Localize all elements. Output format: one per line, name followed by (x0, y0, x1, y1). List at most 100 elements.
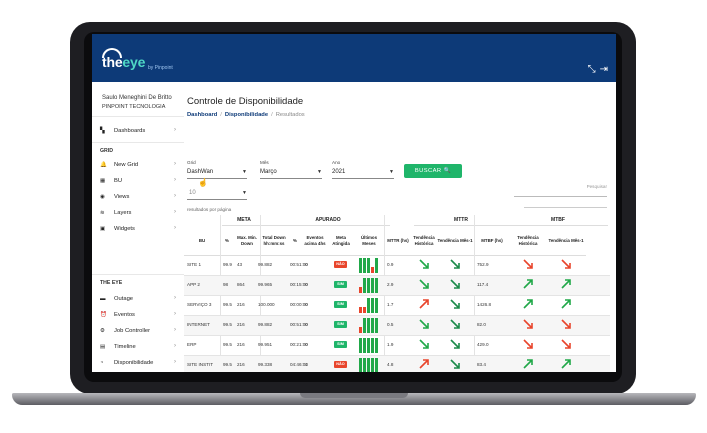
calendar-icon: ▤ (100, 344, 106, 350)
sidebar-item-label: Timeline (114, 344, 136, 350)
month-bar (371, 338, 374, 353)
sidebar-item-new-grid[interactable]: 🔔 New Grid › (92, 158, 184, 173)
column-header[interactable]: MTTR (hs) (384, 226, 412, 256)
monthly-bars (359, 298, 379, 313)
buscar-button[interactable]: BUSCAR 🔍 (404, 164, 462, 178)
month-bar (375, 318, 378, 333)
month-bar (375, 358, 378, 372)
sidebar-item-dashboards[interactable]: ▚ Dashboards › (92, 124, 184, 139)
fullscreen-icon[interactable]: ⤡ (588, 64, 596, 75)
bell-icon: 🔔 (100, 162, 107, 168)
top-bar: theeye by Pinpoint ⤡ ⇥ (92, 34, 616, 82)
table-row[interactable]: SITE 1 99.9 43 99.882 00:51:00 0 0.9 752.9 NÃO (184, 256, 610, 276)
group-header: MTBF (508, 215, 608, 226)
dashboard-icon: ▚ (100, 128, 105, 134)
user-org: PINPOINT TECNOLOGIA (102, 104, 166, 110)
table-row[interactable]: SITE INSTIT 99.5 216 99.338 04:46:00 1 4.8 83.4… (184, 356, 610, 372)
sidebar-item-eventos[interactable]: ⏰ Eventos › (92, 308, 184, 323)
table-cell: 98 (223, 282, 229, 287)
trend-down-arrow-icon (419, 259, 429, 269)
table-cell: APP 2 (187, 282, 200, 287)
chevron-right-icon: › (174, 193, 176, 199)
sidebar-item-timeline[interactable]: ▤ Timeline › (92, 340, 184, 355)
table-cell: 99.5 (223, 302, 232, 307)
table-cell: SERVIÇO 3 (187, 302, 212, 307)
monthly-bars (359, 318, 379, 333)
sidebar-item-bu[interactable]: ▦ BU › (92, 174, 184, 189)
chevron-right-icon: › (174, 127, 176, 133)
trend-down-arrow-icon (561, 319, 571, 329)
breadcrumb-resultados: Resultados (275, 112, 305, 118)
month-bar (367, 358, 370, 372)
mes-label: Mês (260, 160, 269, 165)
breadcrumb-disponibilidade[interactable]: Disponibilidade (225, 112, 268, 118)
mouse-cursor-icon: ☝ (198, 178, 208, 187)
trend-up-arrow-icon (523, 359, 533, 369)
app-logo[interactable]: theeye (102, 54, 145, 70)
column-header[interactable]: Max. Min. Down (234, 226, 260, 256)
meta-status-badge: SIM (334, 281, 347, 288)
month-bar (371, 318, 374, 333)
app-screen: theeye by Pinpoint ⤡ ⇥ Saulo Meneghini De… (92, 34, 616, 372)
table-cell: 216 (237, 362, 245, 367)
divider (92, 116, 184, 117)
sidebar-item-disponibilidade[interactable]: ◔ Disponibilidade › (92, 356, 184, 371)
column-header[interactable]: Tendência Histórica (510, 226, 546, 256)
widgets-icon: ▣ (100, 226, 106, 232)
sidebar-item-views[interactable]: ◉ Views › (92, 190, 184, 205)
ano-select[interactable]: 2021 ▼ (332, 167, 394, 179)
table-row[interactable]: APP 2 98 864 99.965 00:15:00 0 2.9 117.4 SIM (184, 276, 610, 296)
column-header[interactable]: BU (184, 226, 220, 256)
breadcrumb-dashboard[interactable]: Dashboard (187, 112, 217, 118)
job-icon: ⚙ (100, 328, 105, 334)
table-row[interactable]: INTERNET 99.5 216 99.882 00:51:00 0 0.5 82.0 SIM (184, 316, 610, 336)
table-cell: 2.9 (387, 282, 394, 287)
monthly-bars (359, 258, 379, 273)
trend-down-arrow-icon (523, 259, 533, 269)
main-content: Controle de Disponibilidade Dashboard / Di… (184, 82, 616, 372)
page-size-select[interactable]: 10 ▼ (187, 188, 247, 200)
ano-label: Ano (332, 160, 341, 165)
month-bar (367, 278, 370, 293)
search-input[interactable]: Pesquisar (514, 184, 607, 197)
sidebar-item-job-controller[interactable]: ⚙ Job Controller › (92, 324, 184, 339)
monthly-bars (359, 358, 379, 372)
month-bar (363, 318, 366, 333)
sidebar-item-widgets[interactable]: ▣ Widgets › (92, 222, 184, 237)
divider (92, 142, 184, 143)
sidebar-item-outage[interactable]: ▬ Outage › (92, 292, 184, 307)
table-row[interactable]: ERP 99.5 216 99.951 00:21:00 0 1.9 429.0 SIM (184, 336, 610, 356)
mes-select[interactable]: Março ▼ (260, 167, 322, 179)
sidebar-item-layers[interactable]: ≋ Layers › (92, 206, 184, 221)
column-header[interactable]: Últimos Meses (354, 226, 384, 256)
table-cell: SITE 1 (187, 262, 202, 267)
table-cell: 0.9 (387, 262, 394, 267)
column-header[interactable]: % (288, 226, 302, 256)
section-header-grid: GRID (100, 148, 113, 154)
logout-icon[interactable]: ⇥ (600, 64, 608, 75)
month-bar (367, 298, 370, 313)
table-cell: 1426.8 (477, 302, 492, 307)
table-cell: 0.5 (387, 322, 394, 327)
column-header[interactable]: Meta Atingida (328, 226, 354, 256)
table-cell: 99.882 (258, 262, 273, 267)
chevron-right-icon: › (174, 311, 176, 317)
table-cell: 0 (305, 302, 308, 307)
page-title: Controle de Disponibilidade (187, 96, 304, 107)
column-header[interactable]: MTBF (hs) (474, 226, 510, 256)
column-header[interactable]: Total Down hh:mm:ss (260, 226, 288, 256)
meta-status-badge: SIM (334, 301, 347, 308)
table-cell: 0 (305, 342, 308, 347)
column-header[interactable]: Tendência Mês-1 (436, 226, 474, 256)
building-icon: ▦ (100, 178, 106, 184)
column-header[interactable]: Tendência Mês-1 (546, 226, 586, 256)
column-header[interactable]: Tendência Histórica (412, 226, 436, 256)
table-cell: 1.7 (387, 302, 394, 307)
grid-select[interactable]: DashWan ▼ (187, 167, 247, 179)
trend-down-arrow-icon (561, 339, 571, 349)
column-header[interactable]: % (220, 226, 234, 256)
chevron-right-icon: › (174, 209, 176, 215)
monthly-bars (359, 278, 379, 293)
column-header[interactable]: Eventos acima 4hs (302, 226, 328, 256)
table-row[interactable]: SERVIÇO 3 99.5 216 100.000 00:00:00 0 1.7 1426.… (184, 296, 610, 316)
